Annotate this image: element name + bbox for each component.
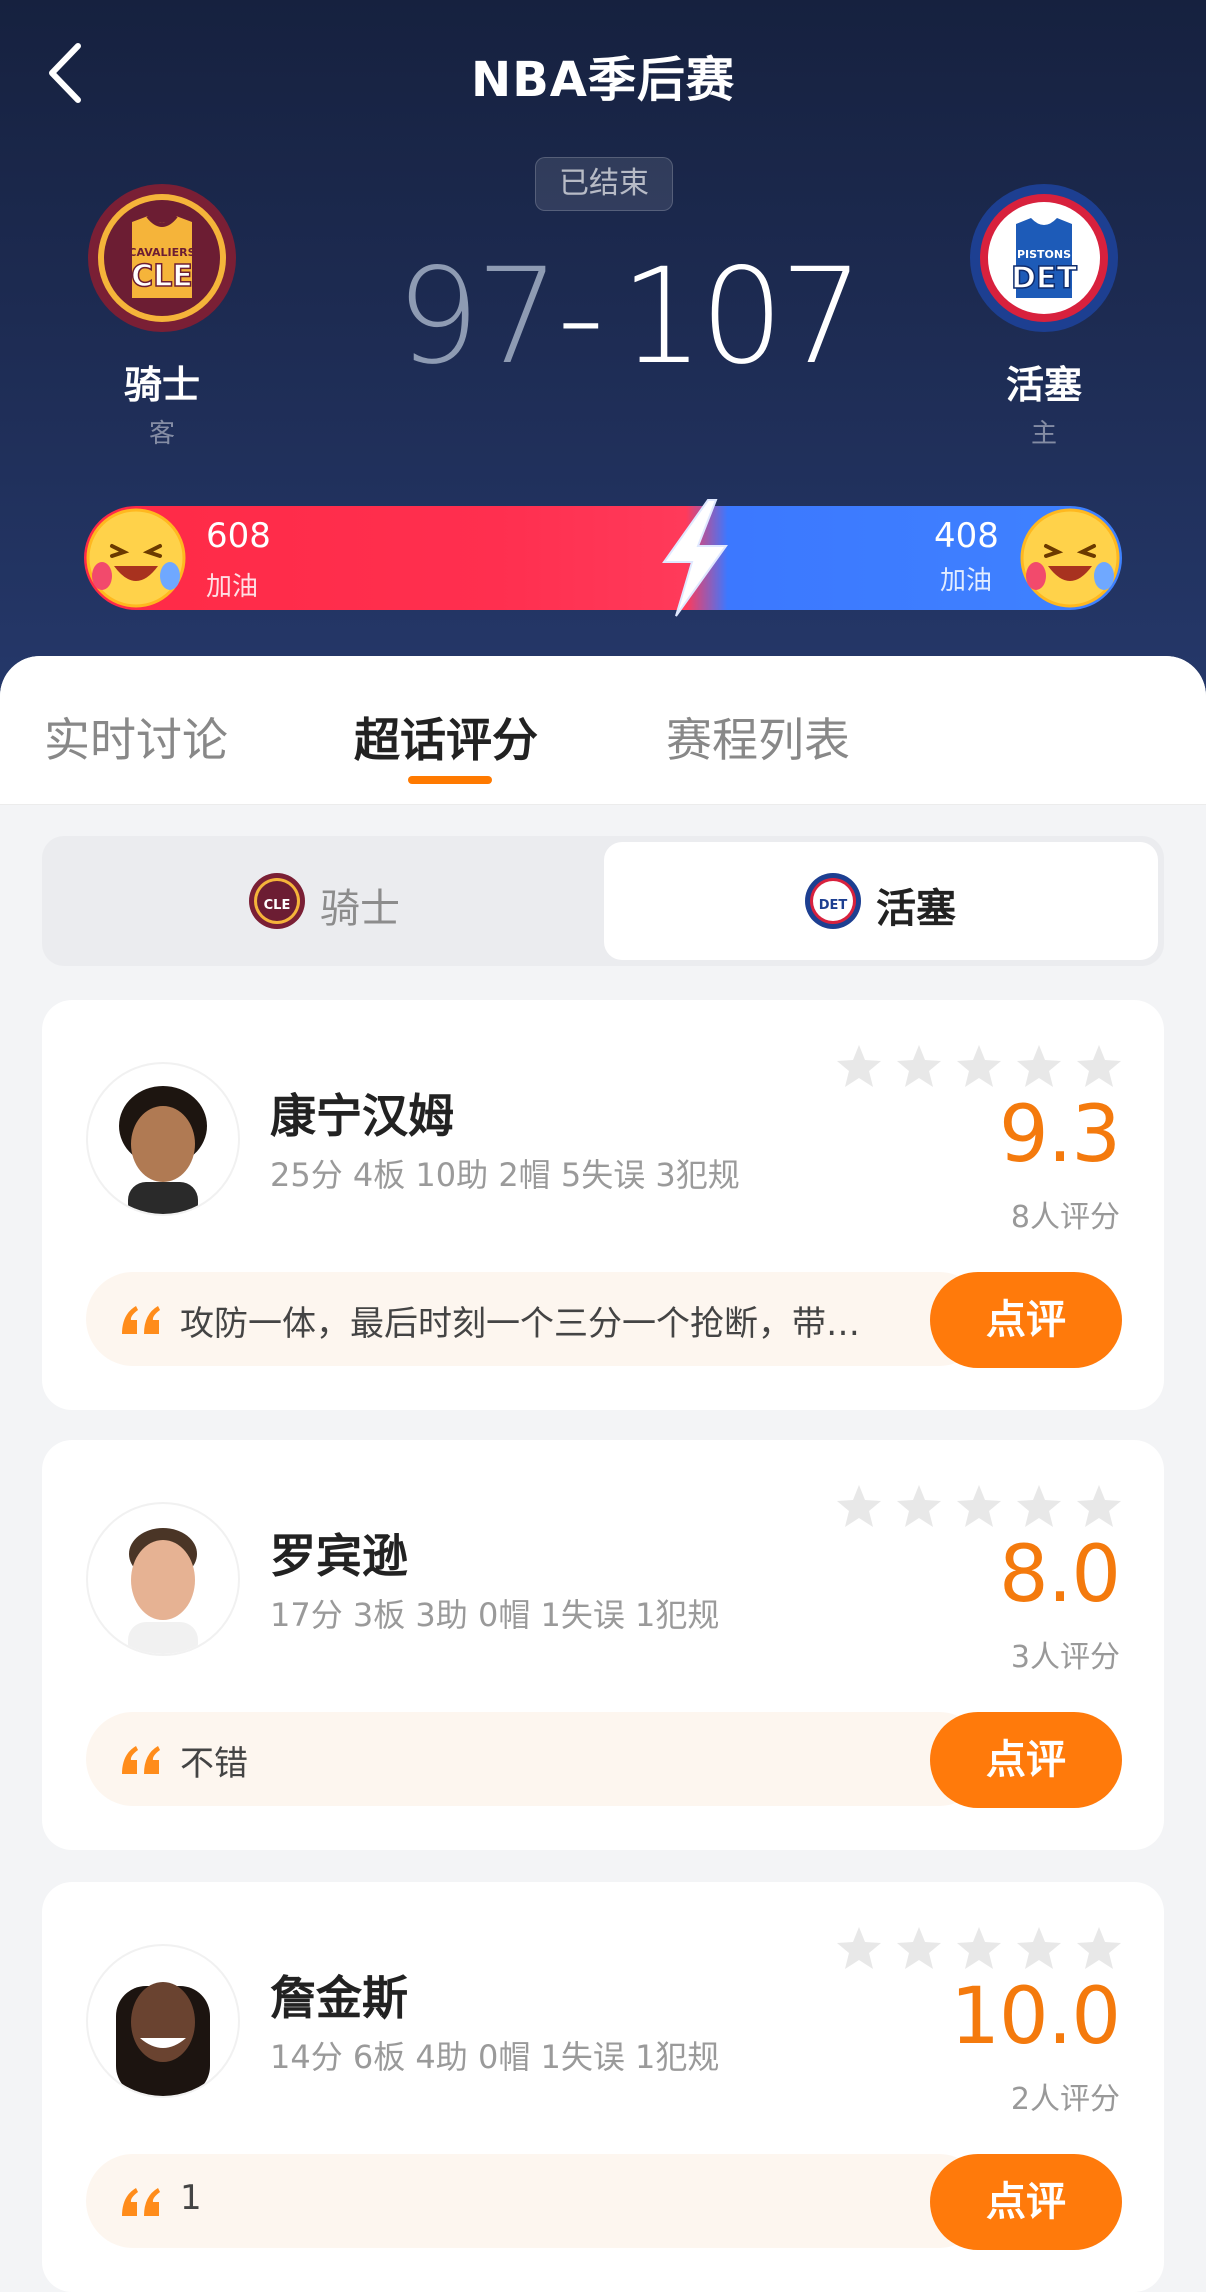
page-title: NBA季后赛: [471, 52, 735, 108]
star-icon: [1077, 1927, 1121, 1969]
star-icon: [1017, 1485, 1061, 1527]
away-team[interactable]: CAVALIERS CLE 骑士 客: [82, 182, 242, 450]
star-icon: [897, 1485, 941, 1527]
comment-text: 不错: [180, 1744, 248, 1784]
player-stats: 17分 3板 3助 0帽 1失误 1犯规: [270, 1596, 720, 1634]
lightning-icon: [662, 499, 728, 617]
home-team-role: 主: [1030, 419, 1057, 449]
star-icon: [1077, 1485, 1121, 1527]
rating-stars[interactable]: [834, 1482, 1124, 1532]
rating-count: 8人评分: [1010, 1200, 1120, 1235]
star-icon: [957, 1485, 1001, 1527]
star-icon: [837, 1927, 881, 1969]
home-score: 107: [620, 240, 864, 394]
star-icon: [837, 1045, 881, 1087]
logo-text: CAVALIERS: [128, 246, 195, 259]
star-icon: [897, 1045, 941, 1087]
quote-icon: [122, 1746, 160, 1774]
player-rating: 9.3: [998, 1090, 1121, 1180]
player-photo-icon: [128, 1528, 198, 1654]
player-avatar[interactable]: [86, 1062, 240, 1216]
quote-icon: [122, 2188, 160, 2216]
star-icon: [1017, 1045, 1061, 1087]
player-rating: 8.0: [998, 1530, 1121, 1620]
svg-text:CLE: CLE: [264, 898, 291, 913]
star-icon: [897, 1927, 941, 1969]
away-cheer-label: 加油: [206, 572, 259, 602]
away-team-role: 客: [148, 419, 175, 449]
score-separator: -: [557, 240, 605, 394]
away-score: 97: [396, 240, 560, 394]
away-team-name: 骑士: [123, 363, 200, 407]
rating-count: 3人评分: [1010, 1640, 1120, 1675]
comment-text: 1: [180, 2178, 202, 2218]
player-stats: 25分 4板 10助 2帽 5失误 3犯规: [270, 1156, 740, 1194]
cavaliers-small-logo-icon: CLE: [249, 873, 305, 929]
star-icon: [1077, 1045, 1121, 1087]
switch-home-label: 活塞: [876, 886, 956, 932]
star-icon: [1017, 1927, 1061, 1969]
review-button[interactable]: 点评: [930, 2154, 1122, 2250]
cavaliers-logo-icon: CAVALIERS CLE: [88, 184, 236, 332]
rating-count: 2人评分: [1010, 2082, 1120, 2117]
review-button[interactable]: 点评: [930, 1712, 1122, 1808]
away-cheer-emoji-icon[interactable]: [84, 506, 188, 610]
top-comment[interactable]: [86, 2154, 986, 2248]
player-name: 詹金斯: [270, 1971, 408, 2025]
player-photo-icon: [119, 1086, 207, 1214]
pistons-logo-icon: PISTONS DET: [970, 184, 1118, 332]
pistons-small-logo-icon: DET: [805, 873, 861, 929]
match-status-badge: 已结束: [535, 157, 673, 211]
comment-text: 攻防一体，最后时刻一个三分一个抢断，带…: [180, 1304, 860, 1344]
home-team[interactable]: PISTONS DET 活塞 主: [964, 182, 1124, 450]
player-stats: 14分 6板 4助 0帽 1失误 1犯规: [270, 2038, 720, 2076]
review-button[interactable]: 点评: [930, 1272, 1122, 1368]
star-icon: [957, 1927, 1001, 1969]
svg-text:DET: DET: [819, 898, 848, 913]
tab-rating[interactable]: 超话评分: [354, 704, 538, 770]
quote-icon: [122, 1306, 160, 1334]
star-icon: [957, 1045, 1001, 1087]
player-photo-icon: [116, 1982, 210, 2096]
home-cheer-label: 加油: [940, 566, 993, 596]
player-avatar[interactable]: [86, 1502, 240, 1656]
switch-away-label: 骑士: [320, 886, 400, 932]
home-cheer-count: 408: [934, 516, 999, 556]
player-avatar[interactable]: [86, 1944, 240, 2098]
active-tab-indicator: [408, 776, 492, 784]
svg-text:CLE: CLE: [131, 259, 193, 294]
tab-live-discussion[interactable]: 实时讨论: [44, 704, 228, 770]
away-cheer-count: 608: [206, 516, 271, 556]
player-rating: 10.0: [950, 1972, 1121, 2062]
rating-stars[interactable]: [834, 1924, 1124, 1974]
home-team-name: 活塞: [1005, 363, 1082, 407]
player-name: 罗宾逊: [270, 1529, 408, 1583]
svg-text:PISTONS: PISTONS: [1017, 248, 1071, 261]
svg-text:DET: DET: [1011, 261, 1077, 296]
home-cheer-emoji-icon[interactable]: [1018, 506, 1122, 610]
player-name: 康宁汉姆: [270, 1089, 454, 1143]
rating-stars[interactable]: [834, 1042, 1124, 1092]
tab-schedule[interactable]: 赛程列表: [666, 704, 850, 770]
star-icon: [837, 1485, 881, 1527]
